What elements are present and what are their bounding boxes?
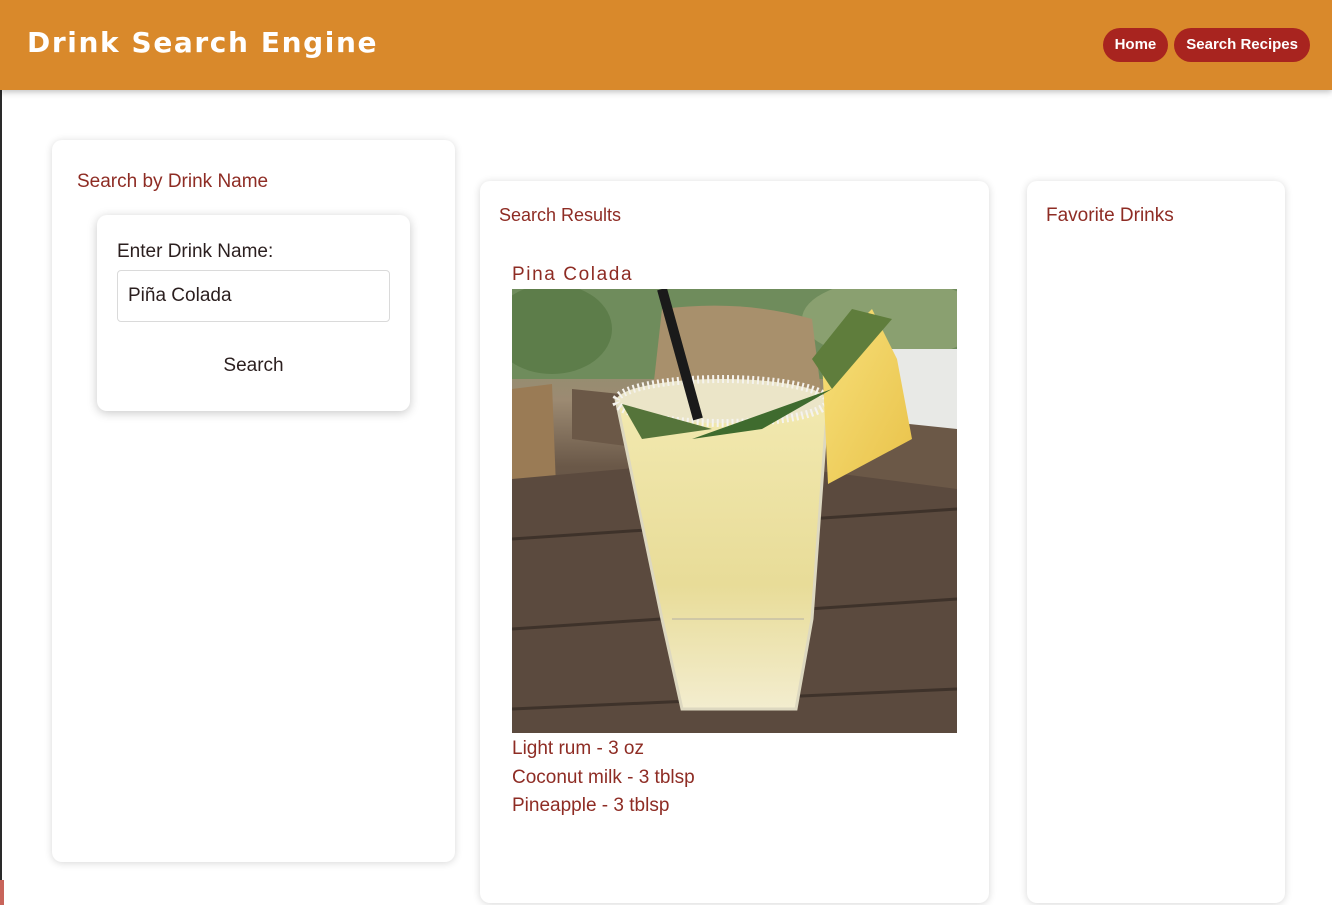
search-results-title: Search Results [499, 205, 622, 225]
ingredient-list: Light rum - 3 oz Coconut milk - 3 tblsp … [512, 735, 695, 821]
drink-name-label: Enter Drink Name: [117, 241, 274, 262]
ingredient-item: Light rum - 3 oz [512, 738, 644, 759]
favorite-drinks-panel: Favorite Drinks [1027, 181, 1285, 903]
home-button[interactable]: Home [1102, 28, 1169, 62]
app-title: Drink Search Engine [27, 26, 379, 59]
window-edge-accent [0, 880, 4, 905]
drink-photo-art [512, 289, 957, 733]
window-edge [0, 0, 2, 905]
favorite-drinks-title: Favorite Drinks [1046, 205, 1174, 226]
ingredient-item: Pineapple - 3 tblsp [512, 795, 670, 816]
search-results-panel: Search Results Pina Colada Light rum - 3… [480, 181, 989, 903]
search-panel-title: Search by Drink Name [77, 171, 269, 192]
ingredient-item: Coconut milk - 3 tblsp [512, 766, 695, 788]
app-header: Drink Search Engine Home Search Recipes [0, 0, 1332, 90]
drink-photo [512, 289, 957, 733]
drink-name-input[interactable] [117, 270, 390, 322]
search-recipes-button[interactable]: Search Recipes [1174, 28, 1310, 62]
search-panel: Search by Drink Name Enter Drink Name: S… [52, 140, 455, 862]
search-form: Enter Drink Name: Search [97, 215, 410, 411]
main-nav: Home Search Recipes [1102, 28, 1310, 62]
drink-name: Pina Colada [512, 264, 634, 285]
search-button[interactable]: Search [97, 355, 410, 377]
